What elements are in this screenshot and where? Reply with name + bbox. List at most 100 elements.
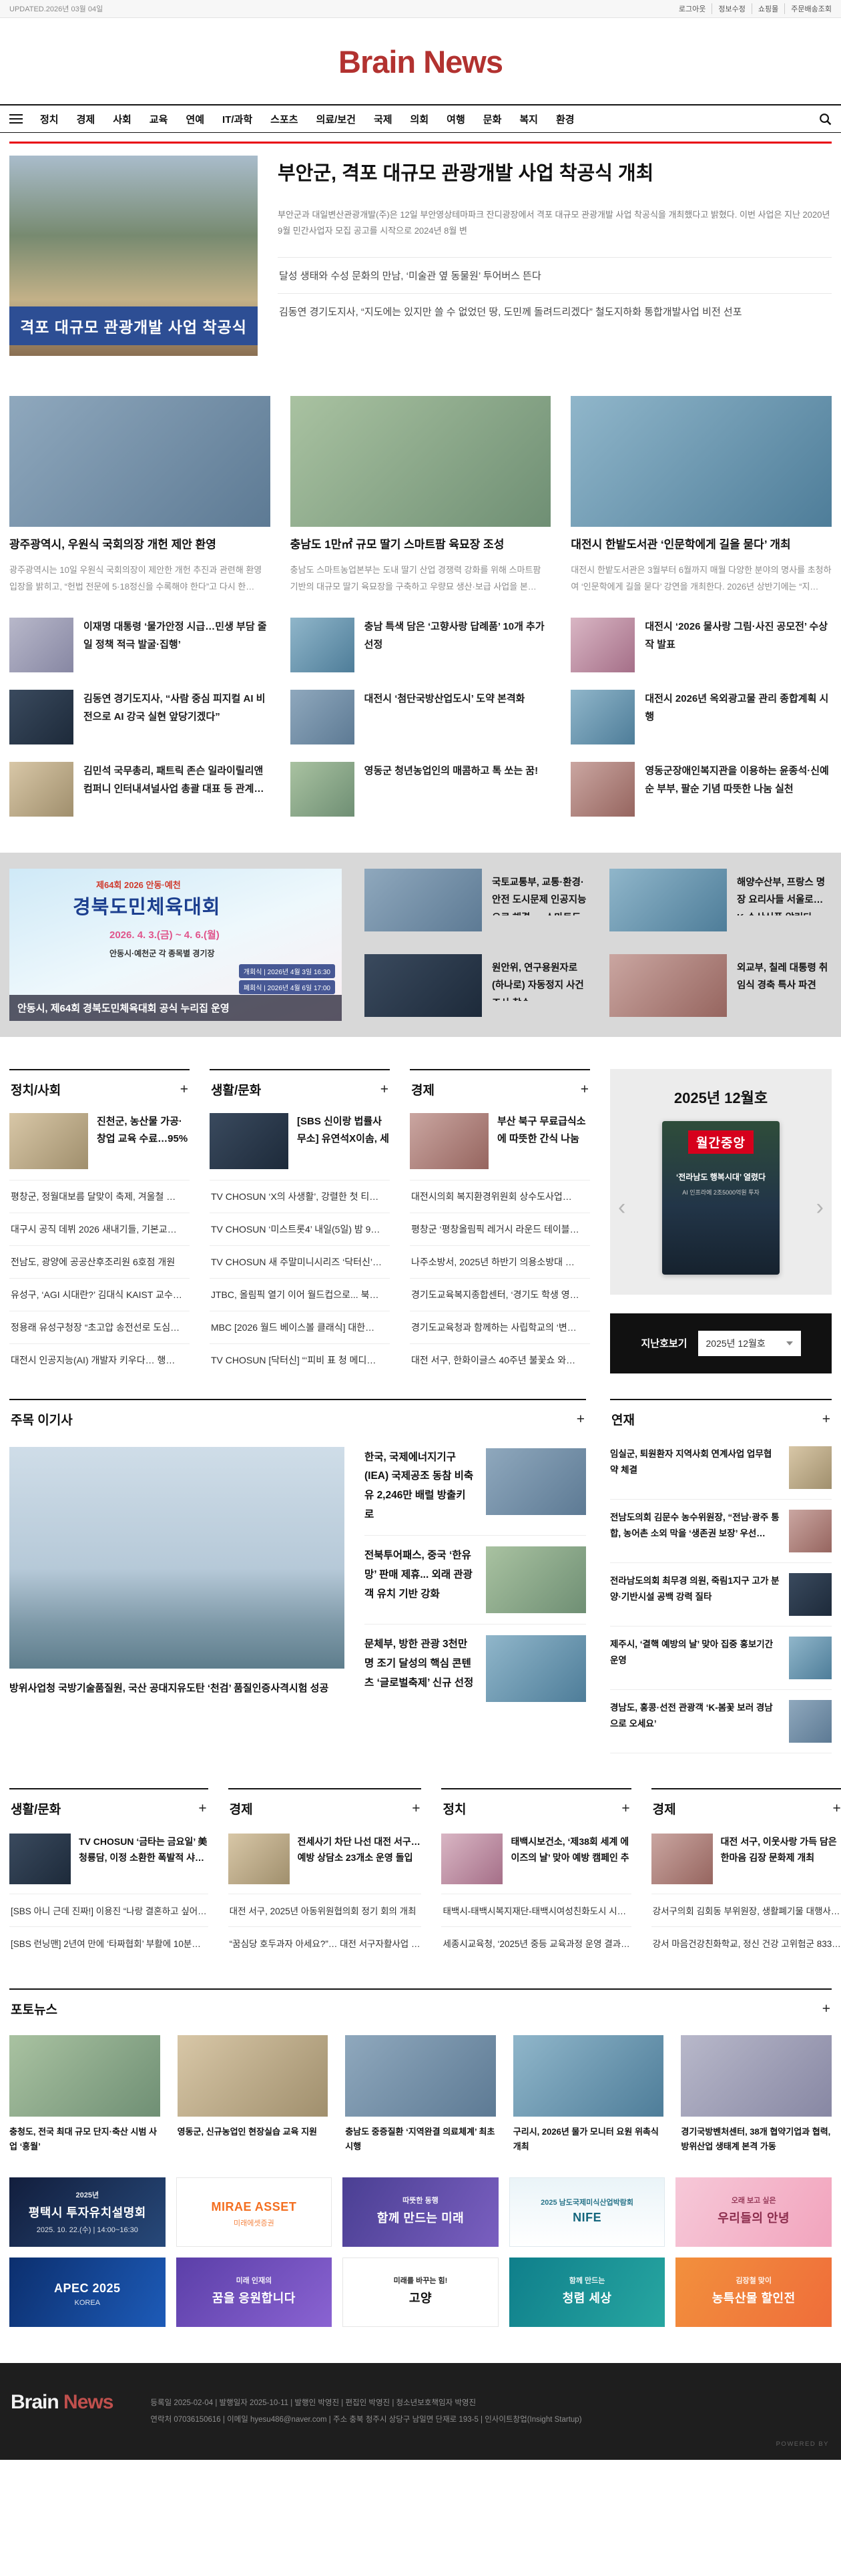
logout-link[interactable]: 로그아웃 <box>679 3 706 14</box>
article-image[interactable] <box>681 2035 832 2117</box>
article-title[interactable]: TV CHOSUN ‘미스트롯4’ 내일(5일) 밤 9… <box>210 1213 390 1245</box>
article-image[interactable] <box>345 2035 496 2117</box>
list-item[interactable]: 전라남도의회 최무경 의원, 죽림1지구 고가 분양·기반시설 공백 강력 질타 <box>610 1563 832 1627</box>
section-title[interactable]: 경제 <box>411 1080 435 1098</box>
featured-article[interactable]: TV CHOSUN ‘금타는 금요일’ 美 청룡담, 이정 소환한 폭발적 샤… <box>9 1826 208 1894</box>
article-title[interactable]: 평창군 ‘평창올림픽 레거시 라운드 테이블… <box>410 1213 590 1245</box>
order-tracking-link[interactable]: 주문배송조회 <box>784 3 832 14</box>
section-title[interactable]: 경제 <box>653 1799 676 1817</box>
hero-sub-headline[interactable]: 달성 생태와 수성 문화의 만남, ‘미술관 옆 동물원’ 투어버스 뜬다 <box>278 257 832 293</box>
list-item[interactable]: 한국, 국제에너지기구(IEA) 국제공조 동참 비축유 2,246만 배럴 방… <box>364 1447 586 1536</box>
article-title[interactable]: 태백시-태백시복지재단-태백시여성친화도시 시… <box>441 1894 631 1926</box>
section-title[interactable]: 정치 <box>443 1799 466 1817</box>
featured-article[interactable]: 태백시보건소, ‘제38회 세계 에이즈의 날’ 맞아 예방 캠페인 추진 <box>441 1826 631 1894</box>
article-image[interactable] <box>290 396 551 527</box>
nav-entertainment[interactable]: 연예 <box>186 112 204 126</box>
nav-international[interactable]: 국제 <box>374 112 392 126</box>
list-item[interactable]: 임실군, 퇴원환자 지역사회 연계사업 업무협약 체결 <box>610 1436 832 1500</box>
edit-info-link[interactable]: 정보수정 <box>712 3 745 14</box>
article-title[interactable]: 대전시의회 복지환경위원회 상수도사업… <box>410 1180 590 1213</box>
article-image[interactable] <box>9 2035 160 2117</box>
article-image[interactable] <box>513 2035 664 2117</box>
article-title[interactable]: 정용래 유성구청장 “초고압 송전선로 도심… <box>9 1311 190 1343</box>
list-item[interactable]: 김동연 경기도지사, “사람 중심 피지컬 AI 비전으로 AI 강국 실현 앞… <box>9 690 270 744</box>
featured-article[interactable]: 진천군, 농산물 가공·창업 교육 수료…95% 높은 수… <box>9 1106 190 1180</box>
nav-it-science[interactable]: IT/과학 <box>222 112 252 126</box>
more-icon[interactable]: + <box>180 1082 188 1096</box>
list-item[interactable]: 해양수산부, 프랑스 명장 요리사들 서울로… K-수산식품 알린다 <box>609 869 832 935</box>
more-icon[interactable]: + <box>621 1801 629 1815</box>
section-title[interactable]: 생활/문화 <box>211 1080 261 1098</box>
list-item[interactable]: 경남도, 홍콩·선전 관광객 ‘K-봄꽃 보러 경남으로 오세요’ <box>610 1690 832 1753</box>
article-title[interactable]: [SBS 런닝맨] 2년여 만에 ‘타짜협회’ 부활에 10분… <box>9 1926 208 1959</box>
article-title[interactable]: 경기도교육복지종합센터, ‘경기도 학생 영… <box>410 1278 590 1311</box>
ad-banner[interactable]: 오래 보고 싶은 우리들의 안녕 <box>675 2177 832 2247</box>
article-title[interactable]: 평창군, 정월대보름 달맞이 축제, 겨울철 … <box>9 1180 190 1213</box>
featured-article[interactable]: [SBS 신이랑 법률사무소] 유연석X이솜, 세계관의 … <box>210 1106 390 1180</box>
article-title[interactable]: MBC [2026 월드 베이스볼 클래식] 대한… <box>210 1311 390 1343</box>
article-title[interactable]: TV CHOSUN ‘X의 사생활’, 강렬한 첫 티… <box>210 1180 390 1213</box>
list-item[interactable]: 전북투어패스, 중국 ‘한유망’ 판매 제휴... 외래 관광객 유치 기반 강… <box>364 1536 586 1625</box>
nav-culture[interactable]: 문화 <box>483 112 502 126</box>
article-title[interactable]: JTBC, 올림픽 열기 이어 월드컵으로... 북… <box>210 1278 390 1311</box>
list-item[interactable]: 대전시 ‘첨단국방산업도시’ 도약 본격화 <box>290 690 551 744</box>
list-item[interactable]: 충남 특색 담은 ‘고향사랑 답례품’ 10개 추가 선정 <box>290 618 551 672</box>
article-title[interactable]: 충남도 1만㎡ 규모 딸기 스마트팜 육묘장 조성 <box>290 536 551 554</box>
article-title[interactable]: [SBS 아니 근데 진짜!] 이용진 “나랑 결혼하고 싶어… <box>9 1894 208 1926</box>
ad-banner[interactable]: 미래 인재의 꿈을 응원합니다 <box>176 2258 332 2327</box>
article-title[interactable]: TV CHOSUN 새 주말미니시리즈 ‘닥터신’… <box>210 1245 390 1278</box>
list-item[interactable]: 제주시, ‘결핵 예방의 날’ 맞아 집중 홍보기간 운영 <box>610 1627 832 1690</box>
list-item[interactable]: 이재명 대통령 ‘물가안정 시급…민생 부담 줄일 정책 적극 발굴·집행’ <box>9 618 270 672</box>
ad-banner[interactable]: 따뜻한 동행 함께 만드는 미래 <box>342 2177 499 2247</box>
focus-main-article[interactable]: 방위사업청 국방기술품질원, 국산 공대지유도탄 ‘천검’ 품질인증사격시험 성… <box>9 1447 344 1713</box>
hero-sub-headline[interactable]: 김동연 경기도지사, “지도에는 있지만 쓸 수 없었던 땅, 도민께 돌려드리… <box>278 293 832 329</box>
article-title[interactable]: 대전시 한밭도서관 ‘인문학에게 길을 묻다’ 개최 <box>571 536 832 554</box>
list-item[interactable]: 원안위, 연구용원자로(하나로) 자동정지 사건조사 착수 <box>364 954 587 1021</box>
ad-banner[interactable]: 2025년 평택시 투자유치설명회 2025. 10. 22.(수) | 14:… <box>9 2177 166 2247</box>
nav-politics[interactable]: 정치 <box>40 112 59 126</box>
article-title[interactable]: 영동군, 신규농업인 현장실습 교육 지원 <box>178 2125 328 2140</box>
list-item[interactable]: 대전시 ‘2026 물사랑 그림·사진 공모전’ 수상작 발표 <box>571 618 832 672</box>
article-title[interactable]: 강서구의회 김회동 부위원장, 생활폐기물 대행사… <box>651 1894 841 1926</box>
section-title[interactable]: 주목 이기사 <box>11 1410 73 1428</box>
more-icon[interactable]: + <box>380 1082 388 1096</box>
article-title[interactable]: 경기도교육청과 함께하는 사립학교의 ‘변… <box>410 1311 590 1343</box>
nav-assembly[interactable]: 의회 <box>410 112 429 126</box>
article-image[interactable] <box>9 396 270 527</box>
article-title[interactable]: 충남도 중증질환 ‘지역완결 의료체계’ 최초 시행 <box>345 2125 496 2155</box>
ad-banner[interactable]: 미래를 바꾸는 힘! 고양 <box>342 2258 499 2327</box>
ad-banner[interactable]: APEC 2025 KOREA <box>9 2258 166 2327</box>
nav-education[interactable]: 교육 <box>150 112 168 126</box>
list-item[interactable]: 대전시 2026년 옥외광고물 관리 종합계획 시행 <box>571 690 832 744</box>
nav-society[interactable]: 사회 <box>113 112 131 126</box>
archive-select[interactable]: 2025년 12월호 <box>698 1331 801 1356</box>
list-item[interactable]: 김민석 국무총리, 패트릭 존슨 일라이릴리앤컴퍼니 인터내셔널사업 총괄 대표… <box>9 762 270 817</box>
featured-article[interactable]: 전세사기 차단 나선 대전 서구… 예방 상담소 23개소 운영 돌입 <box>228 1826 422 1894</box>
article-title[interactable]: 구리시, 2026년 물가 모니터 요원 위촉식 개최 <box>513 2125 664 2155</box>
nav-welfare[interactable]: 복지 <box>519 112 538 126</box>
more-icon[interactable]: + <box>581 1082 589 1096</box>
article-title[interactable]: 대구시 공직 데뷔 2026 새내기들, 기본교… <box>9 1213 190 1245</box>
magazine-cover[interactable]: 월간중앙 ‘전라남도 행복시대’ 열렸다 AI 인프라에 2조5000억원 투자 <box>662 1121 780 1275</box>
article-title[interactable]: 나주소방서, 2025년 하반기 의용소방대 … <box>410 1245 590 1278</box>
nav-environment[interactable]: 환경 <box>556 112 575 126</box>
event-poster[interactable]: 제64회 2026 안동·예천 경북도민체육대회 2026. 4. 3.(금) … <box>9 869 342 1021</box>
nav-health[interactable]: 의료/보건 <box>316 112 356 126</box>
chevron-left-icon[interactable]: ‹ <box>618 1196 625 1219</box>
hero-image[interactable]: 격포 대규모 관광개발 사업 착공식 <box>9 156 258 356</box>
nav-economy[interactable]: 경제 <box>77 112 95 126</box>
article-title[interactable]: 유성구, ‘AGI 시대란?’ 김대식 KAIST 교수… <box>9 1278 190 1311</box>
section-title[interactable]: 연재 <box>611 1410 635 1428</box>
list-item[interactable]: 국토교통부, 교통·환경·안전 도시문제 인공지능으로 해결 … 스마트도시 조… <box>364 869 587 935</box>
more-icon[interactable]: + <box>198 1801 206 1815</box>
ad-banner[interactable]: MIRAE ASSET 미래에셋증권 <box>176 2177 332 2247</box>
article-title[interactable]: 충청도, 전국 최대 규모 단지·축산 시범 사업 ‘흥월’ <box>9 2125 160 2155</box>
article-image[interactable] <box>571 396 832 527</box>
search-icon[interactable] <box>819 113 832 126</box>
nav-travel[interactable]: 여행 <box>447 112 465 126</box>
section-title[interactable]: 포토뉴스 <box>11 2000 57 2018</box>
shop-link[interactable]: 쇼핑몰 <box>752 3 778 14</box>
more-icon[interactable]: + <box>577 1412 585 1426</box>
list-item[interactable]: 영동군 청년농업인의 매콤하고 톡 쏘는 꿈! <box>290 762 551 817</box>
list-item[interactable]: 외교부, 칠레 대통령 취임식 경축 특사 파견 <box>609 954 832 1021</box>
